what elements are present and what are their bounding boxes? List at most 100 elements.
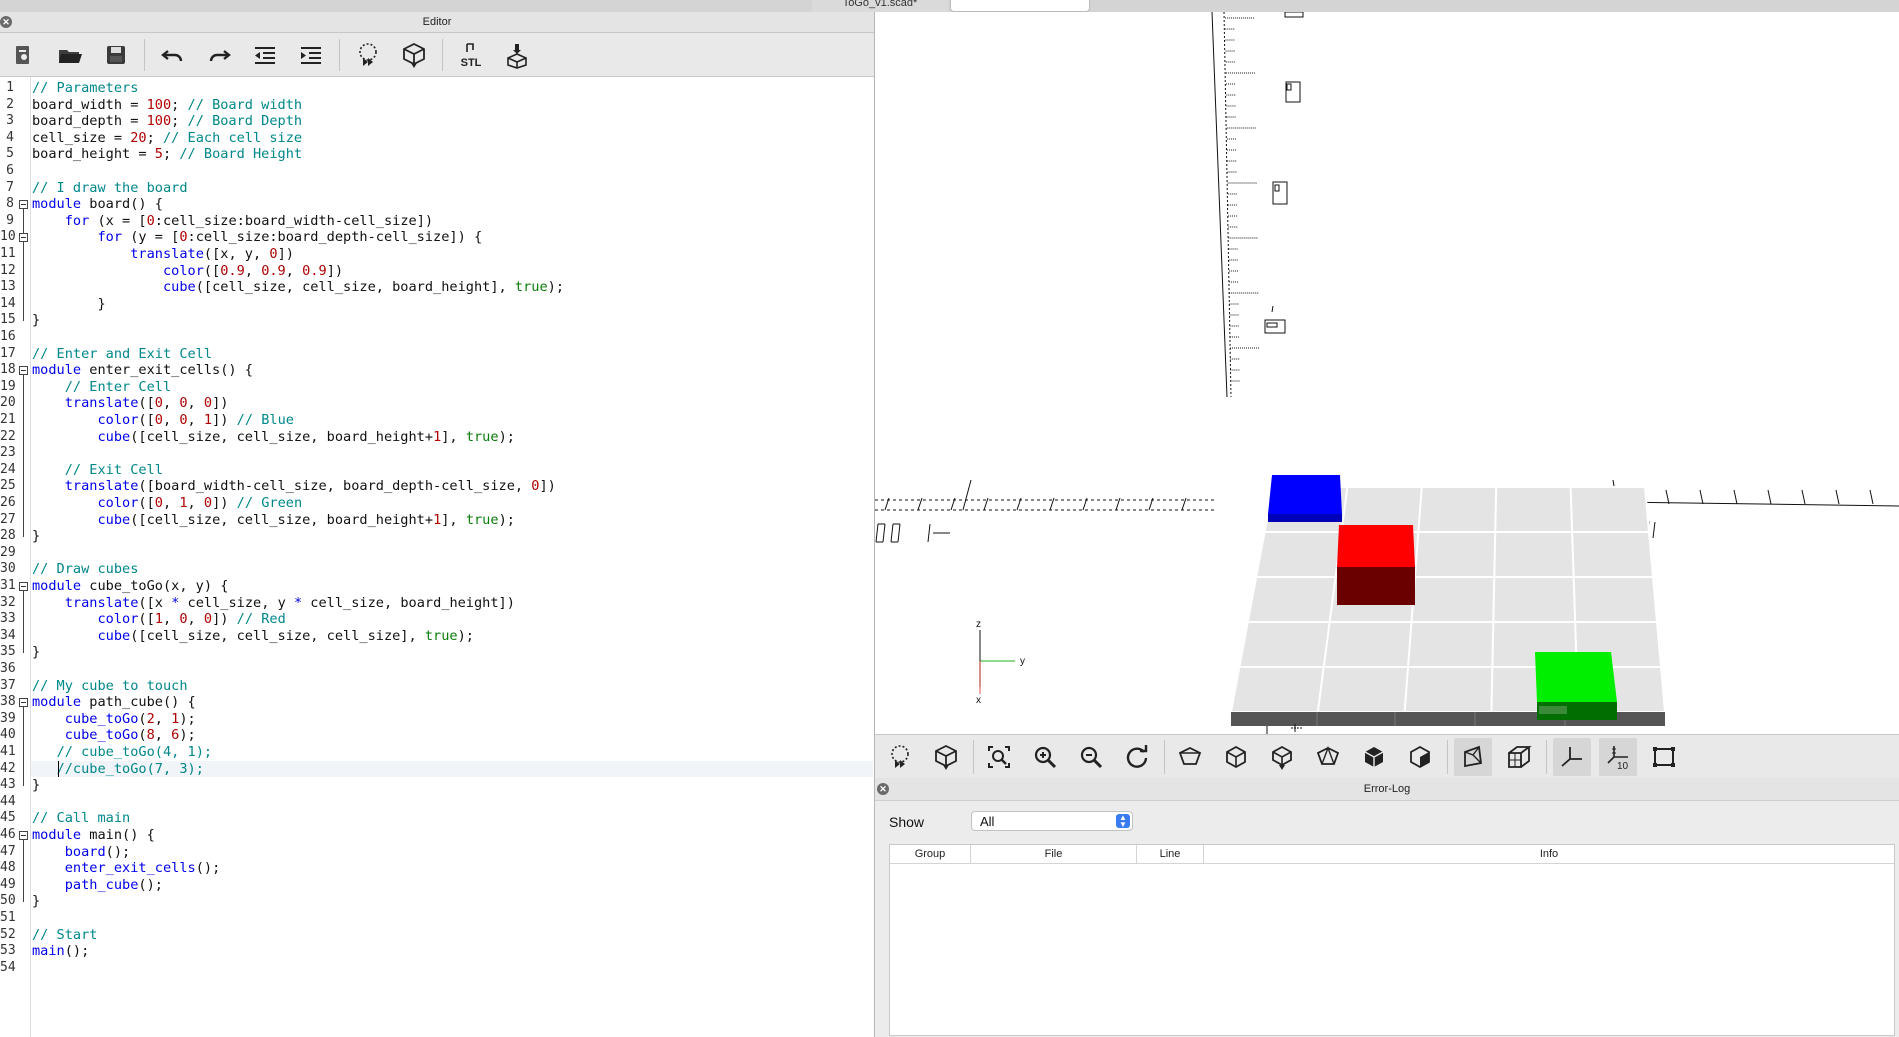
code-token: // cube_toGo(4, 1); — [56, 744, 213, 760]
view-right-button[interactable] — [1171, 738, 1209, 776]
view-top-button[interactable] — [1217, 738, 1255, 776]
code-line[interactable]: translate([board_width-cell_size, board_… — [32, 478, 556, 494]
render-button[interactable] — [394, 37, 434, 73]
show-axes-button[interactable] — [1553, 737, 1591, 776]
fold-toggle-icon[interactable] — [19, 582, 28, 591]
code-token: true — [465, 428, 499, 445]
3d-viewport[interactable]: z y x — [875, 11, 1899, 734]
view-bottom-button[interactable] — [1263, 738, 1301, 776]
view-all-button[interactable] — [980, 738, 1018, 776]
code-line[interactable]: translate([x, y, 0]) — [32, 246, 294, 262]
save-file-button[interactable] — [96, 37, 136, 73]
code-line[interactable]: translate([0, 0, 0]) — [32, 395, 229, 411]
code-line[interactable]: color([1, 0, 0]) // Red — [32, 611, 285, 627]
reset-view-icon — [1126, 744, 1148, 768]
line-number: 42 — [0, 760, 16, 776]
column-header-file[interactable]: File — [971, 845, 1137, 863]
code-line[interactable]: // Draw cubes — [32, 561, 138, 577]
send-to-print-button[interactable] — [497, 37, 537, 73]
code-line[interactable]: board_depth = 100; // Board Depth — [32, 113, 302, 129]
code-line[interactable]: color([0.9, 0.9, 0.9]) — [32, 263, 343, 279]
code-line[interactable]: for (y = [0:cell_size:board_depth-cell_s… — [32, 229, 482, 245]
code-line[interactable]: board_width = 100; // Board width — [32, 97, 302, 113]
fold-toggle-icon[interactable] — [19, 366, 28, 376]
code-line[interactable]: // cube_toGo(4, 1); — [32, 744, 213, 760]
fold-toggle-icon[interactable] — [19, 233, 28, 243]
view-left-button[interactable] — [1309, 738, 1347, 776]
vt-preview-button[interactable] — [881, 738, 919, 776]
indent-button[interactable] — [291, 37, 331, 73]
open-file-button[interactable] — [50, 37, 90, 73]
code-line[interactable]: color([0, 0, 1]) // Blue — [32, 412, 293, 428]
new-file-button[interactable] — [4, 37, 44, 73]
code-line[interactable]: color([0, 1, 0]) // Green — [32, 495, 302, 511]
line-number: 44 — [0, 793, 16, 809]
column-header-group[interactable]: Group — [890, 845, 971, 863]
view-back-button[interactable] — [1401, 738, 1439, 776]
code-line[interactable]: path_cube(); — [32, 877, 163, 893]
line-number: 49 — [0, 876, 16, 892]
code-line[interactable]: } — [32, 644, 40, 660]
column-header-line[interactable]: Line — [1137, 845, 1204, 863]
export-stl-button[interactable]: STL — [451, 37, 491, 73]
code-line[interactable]: // Call main — [32, 810, 130, 826]
redo-button[interactable] — [199, 37, 239, 73]
window-tab-placeholder[interactable] — [950, 0, 1090, 12]
unindent-button[interactable] — [245, 37, 285, 73]
code-token: } — [32, 644, 41, 661]
perspective-button[interactable] — [1454, 737, 1492, 776]
code-line[interactable]: // Start — [32, 927, 97, 943]
error-log-close-icon[interactable]: ✕ — [877, 783, 889, 795]
orthogonal-button[interactable] — [1500, 738, 1538, 776]
code-line[interactable]: cube_toGo(8, 6); — [32, 727, 196, 743]
code-line[interactable]: main(); — [32, 943, 89, 959]
code-line[interactable]: enter_exit_cells(); — [32, 860, 221, 876]
code-line[interactable]: } — [32, 296, 105, 312]
code-token: true — [424, 627, 458, 644]
editor-close-icon[interactable]: ✕ — [0, 16, 12, 28]
error-log-table[interactable]: Group File Line Info — [889, 844, 1895, 1036]
horizontal-axis-left-ticks — [884, 479, 1187, 511]
fold-toggle-icon[interactable] — [19, 831, 28, 840]
fold-toggle-icon[interactable] — [19, 200, 28, 210]
code-line[interactable]: cube([cell_size, cell_size, board_height… — [32, 512, 514, 528]
code-line[interactable]: cube([cell_size, cell_size, cell_size], … — [32, 628, 474, 644]
code-line[interactable]: // Enter and Exit Cell — [32, 346, 212, 362]
vt-render-button[interactable] — [927, 738, 965, 776]
code-editor[interactable]: 1// Parameters 2 board_width = 100; // Boa… — [0, 77, 874, 1037]
code-line[interactable]: // Exit Cell — [32, 462, 163, 478]
undo-button[interactable] — [153, 37, 193, 73]
code-line[interactable]: module main() { — [32, 827, 155, 843]
code-line[interactable]: for (x = [0:cell_size:board_width-cell_s… — [32, 213, 433, 229]
code-line[interactable]: module path_cube() { — [32, 694, 196, 710]
zoom-out-button[interactable] — [1072, 738, 1110, 776]
code-line[interactable]: cube([cell_size, cell_size, board_height… — [32, 428, 514, 445]
code-line[interactable]: // Enter Cell — [32, 379, 171, 395]
axis-tick — [1835, 489, 1840, 505]
code-line[interactable]: } — [32, 777, 40, 793]
code-line[interactable]: } — [32, 312, 40, 328]
code-line[interactable]: cell_size = 20; // Each cell size — [32, 130, 302, 146]
code-line[interactable]: // Parameters — [32, 80, 138, 96]
code-line[interactable]: } — [32, 528, 40, 544]
code-line[interactable]: // I draw the board — [32, 180, 188, 196]
code-line[interactable]: board_height = 5; // Board Height — [32, 146, 302, 162]
code-line[interactable]: // My cube to touch — [32, 678, 188, 694]
view-front-button[interactable] — [1355, 738, 1393, 776]
column-header-info[interactable]: Info — [1204, 845, 1894, 863]
code-line[interactable]: board(); — [32, 844, 130, 860]
code-line[interactable]: translate([x * cell_size, y * cell_size,… — [32, 595, 515, 611]
show-edges-button[interactable] — [1645, 738, 1683, 776]
reset-view-button[interactable] — [1118, 738, 1156, 776]
zoom-in-button[interactable] — [1026, 738, 1064, 776]
fold-toggle-icon[interactable] — [19, 698, 28, 708]
code-line[interactable]: module board() { — [32, 196, 163, 212]
show-scale-markers-button[interactable]: 10 — [1599, 737, 1637, 776]
preview-button[interactable] — [348, 37, 388, 73]
code-line[interactable]: } — [32, 893, 40, 909]
code-line[interactable]: cube_toGo(2, 1); — [32, 711, 196, 727]
code-line[interactable]: cube([cell_size, cell_size, board_height… — [32, 279, 564, 295]
code-line[interactable]: module cube_toGo(x, y) { — [32, 578, 228, 594]
code-line[interactable]: module enter_exit_cells() { — [32, 362, 253, 378]
show-filter-select[interactable]: All ▲ ▼ — [971, 811, 1133, 831]
